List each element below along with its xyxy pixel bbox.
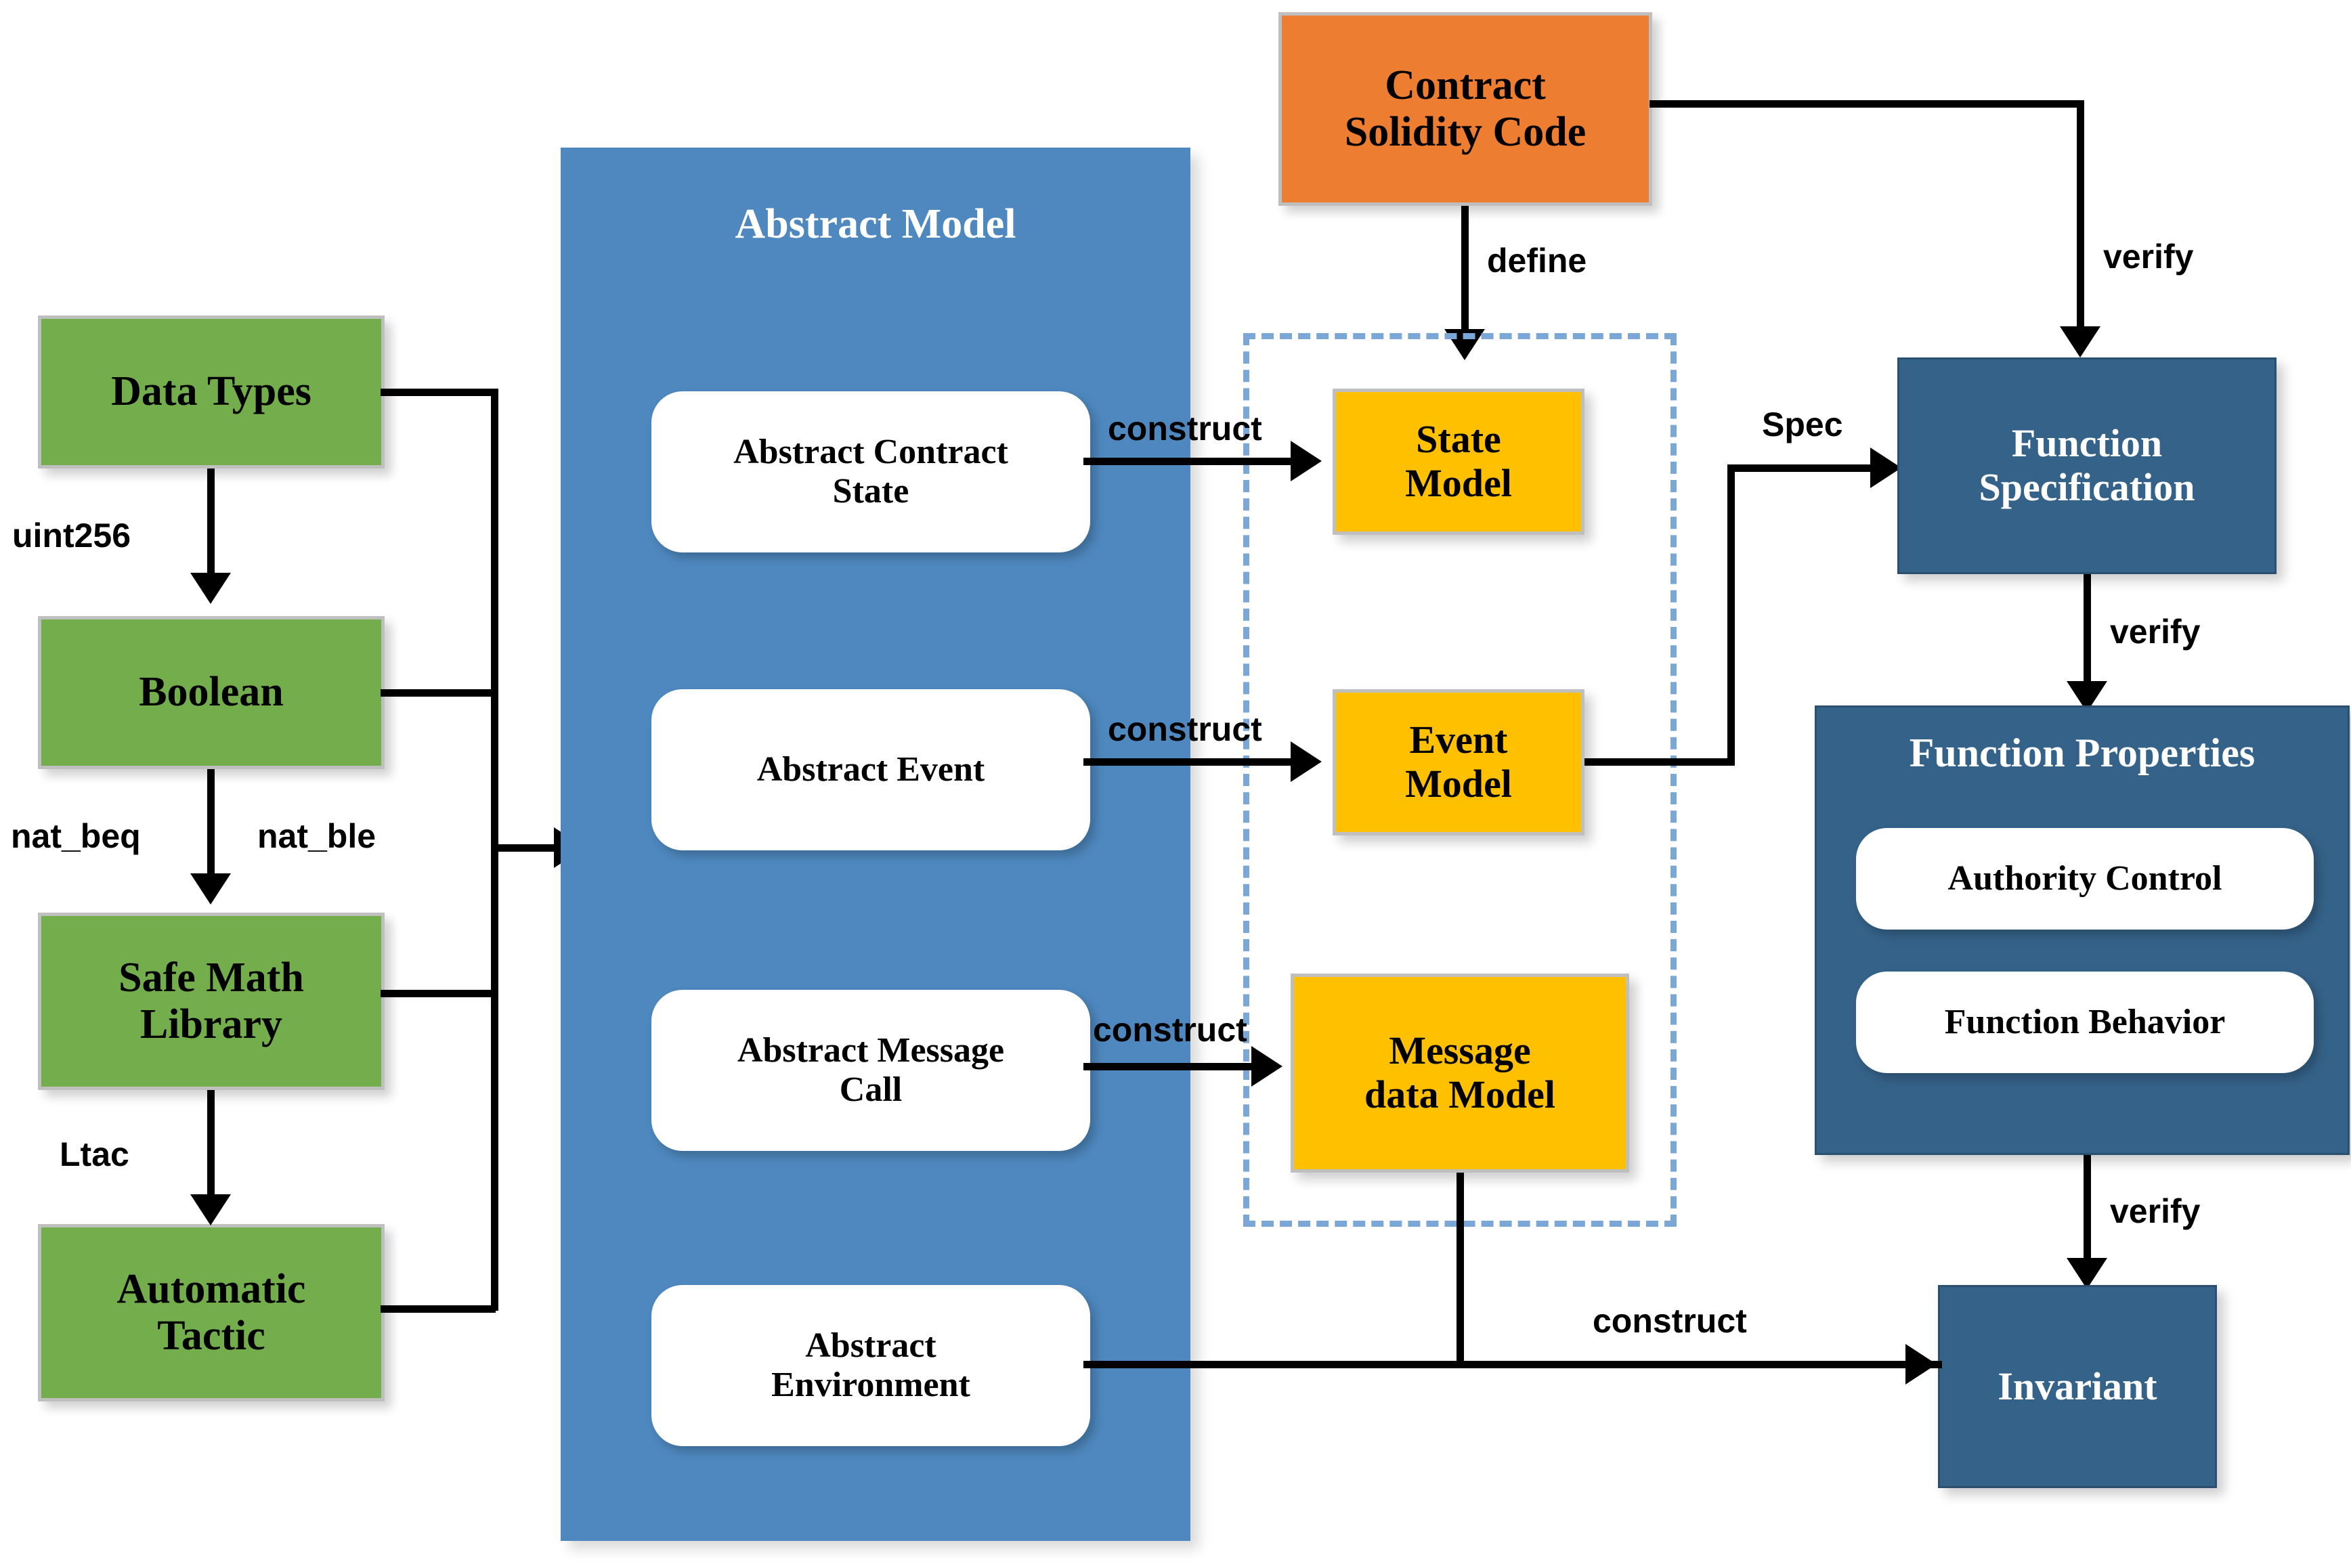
event-model-line1: Event bbox=[1409, 718, 1508, 762]
connector-datatypes-boolean bbox=[207, 469, 215, 574]
connector-contract-verify-h bbox=[1649, 100, 2084, 108]
edge-label-spec: Spec bbox=[1762, 406, 1843, 443]
arrowhead-contract-verify bbox=[2060, 326, 2100, 357]
abstract-message-call-line2: Call bbox=[839, 1070, 903, 1109]
state-model-line1: State bbox=[1416, 417, 1501, 462]
box-data-types-label: Data Types bbox=[111, 368, 311, 415]
bus-stub-automatic-tactic bbox=[381, 1305, 496, 1313]
arrowhead-construct-state bbox=[1291, 441, 1322, 481]
arrowhead-construct-message bbox=[1251, 1046, 1282, 1087]
connector-spec-v bbox=[1727, 464, 1735, 762]
connector-construct-invariant bbox=[1083, 1361, 1942, 1368]
bus-stub-boolean bbox=[381, 689, 496, 697]
connector-construct-event bbox=[1083, 758, 1293, 766]
bus-stub-data-types bbox=[381, 389, 496, 396]
contract-solidity-code: Contract Solidity Code bbox=[1278, 12, 1652, 206]
box-automatic-tactic: Automatic Tactic bbox=[38, 1224, 385, 1401]
message-data-model: Message data Model bbox=[1291, 974, 1629, 1173]
authority-control-label: Authority Control bbox=[1947, 858, 2222, 898]
connector-verify-bottom bbox=[2084, 1155, 2091, 1262]
arrowhead-construct-invariant bbox=[1905, 1344, 1937, 1385]
invariant-label: Invariant bbox=[1998, 1364, 2157, 1408]
edge-label-verify-mid: verify bbox=[2110, 613, 2201, 651]
state-model: State Model bbox=[1333, 389, 1584, 535]
function-behavior-label: Function Behavior bbox=[1944, 1002, 2226, 1041]
arrowhead-construct-event bbox=[1291, 741, 1322, 782]
abstract-contract-state-line1: Abstract Contract bbox=[733, 432, 1008, 471]
box-safe-math-library-label-line1: Safe Math bbox=[118, 954, 304, 1001]
edge-label-verify-top: verify bbox=[2103, 238, 2194, 276]
box-boolean: Boolean bbox=[38, 616, 385, 769]
connector-contract-verify-v bbox=[2077, 100, 2084, 330]
authority-control: Authority Control bbox=[1856, 828, 2314, 930]
abstract-message-call: Abstract Message Call bbox=[651, 990, 1090, 1151]
abstract-contract-state-line2: State bbox=[832, 472, 909, 510]
edge-label-construct-event: construct bbox=[1108, 710, 1262, 748]
edge-label-nat-ble: nat_ble bbox=[257, 817, 376, 855]
connector-construct-message bbox=[1083, 1063, 1254, 1070]
edge-label-construct-message: construct bbox=[1093, 1011, 1247, 1049]
contract-solidity-code-line1: Contract bbox=[1385, 62, 1546, 108]
event-model-line2: Model bbox=[1405, 762, 1512, 806]
box-automatic-tactic-label-line1: Automatic bbox=[116, 1265, 306, 1312]
connector-verify-mid bbox=[2084, 574, 2091, 685]
box-boolean-label: Boolean bbox=[139, 669, 284, 716]
state-model-line2: Model bbox=[1405, 461, 1512, 505]
abstract-message-call-line1: Abstract Message bbox=[737, 1030, 1005, 1070]
edge-label-construct-state: construct bbox=[1108, 410, 1262, 448]
abstract-event-line1: Abstract Event bbox=[756, 749, 985, 789]
edge-label-nat-beq: nat_beq bbox=[11, 817, 141, 855]
abstract-contract-state: Abstract Contract State bbox=[651, 391, 1090, 552]
edge-label-ltac: Ltac bbox=[60, 1135, 129, 1173]
arrowhead-datatypes-boolean bbox=[190, 573, 231, 604]
contract-solidity-code-line2: Solidity Code bbox=[1344, 109, 1587, 155]
arrowhead-safemath-tactic bbox=[190, 1194, 231, 1225]
function-properties-title: Function Properties bbox=[1909, 731, 2256, 775]
box-safe-math-library-label-line2: Library bbox=[139, 1001, 283, 1047]
connector-spec-h-upper bbox=[1727, 464, 1878, 472]
abstract-event: Abstract Event bbox=[651, 689, 1090, 850]
edge-label-construct-invariant: construct bbox=[1593, 1302, 1747, 1340]
message-data-model-line2: data Model bbox=[1364, 1072, 1555, 1116]
abstract-environment-line1: Abstract bbox=[805, 1326, 936, 1365]
edge-label-verify-bottom: verify bbox=[2110, 1192, 2201, 1230]
connector-boolean-safemath bbox=[207, 769, 215, 875]
abstract-environment: Abstract Environment bbox=[651, 1285, 1090, 1446]
function-specification-line1: Function bbox=[2011, 421, 2163, 466]
edge-label-uint256: uint256 bbox=[12, 517, 131, 554]
function-specification-line2: Specification bbox=[1979, 465, 2195, 509]
box-automatic-tactic-label-line2: Tactic bbox=[157, 1313, 265, 1359]
abstract-environment-line2: Environment bbox=[771, 1366, 970, 1404]
event-model: Event Model bbox=[1333, 689, 1584, 835]
invariant: Invariant bbox=[1938, 1285, 2217, 1488]
connector-spec-h-lower bbox=[1584, 758, 1735, 766]
connector-safemath-tactic bbox=[207, 1090, 215, 1196]
box-data-types: Data Types bbox=[38, 315, 385, 469]
abstract-model-title: Abstract Model bbox=[735, 201, 1016, 247]
edge-label-define: define bbox=[1487, 242, 1587, 280]
arrowhead-boolean-safemath bbox=[190, 873, 231, 905]
connector-construct-state bbox=[1083, 458, 1293, 465]
message-data-model-line1: Message bbox=[1389, 1028, 1531, 1073]
connector-message-model-down bbox=[1457, 1173, 1464, 1364]
bus-stub-safe-math bbox=[381, 990, 496, 997]
diagram-canvas: Data Types Boolean Safe Math Library Aut… bbox=[0, 0, 2351, 1568]
bus-feed-into-abstract-model bbox=[491, 844, 557, 852]
connector-contract-define bbox=[1461, 206, 1469, 334]
function-behavior: Function Behavior bbox=[1856, 972, 2314, 1073]
function-properties: Function Properties Authority Control Fu… bbox=[1815, 705, 2350, 1155]
box-safe-math-library: Safe Math Library bbox=[38, 913, 385, 1090]
function-specification: Function Specification bbox=[1897, 357, 2277, 574]
